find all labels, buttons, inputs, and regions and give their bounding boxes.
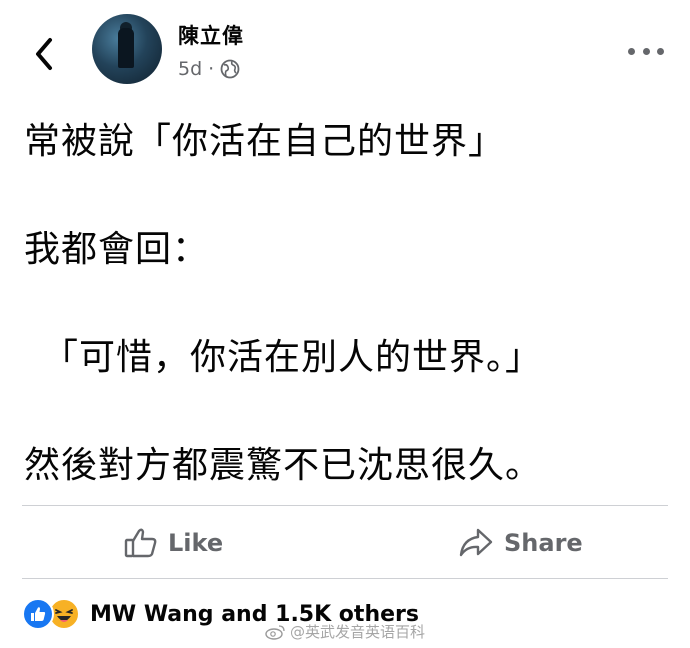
like-button[interactable]: Like (124, 520, 223, 566)
watermark-text: @英武发音英语百科 (290, 623, 426, 641)
share-label: Share (504, 529, 583, 557)
post-line: 我都會回： (24, 229, 210, 270)
share-arrow-icon (459, 528, 493, 557)
post-line: 「可惜，你活在別人的世界。」 (42, 337, 543, 378)
globe-icon (220, 59, 240, 79)
avatar-figure-body (118, 28, 134, 68)
back-button[interactable] (30, 36, 60, 72)
post-meta: 5d · (178, 58, 240, 80)
avatar[interactable] (92, 14, 162, 84)
author-name[interactable]: 陳立偉 (178, 20, 244, 50)
post-line: 常被說「你活在自己的世界」 (24, 121, 506, 162)
more-horizontal-icon-dot (642, 47, 650, 55)
more-horizontal-icon (628, 47, 635, 55)
chevron-left-icon (36, 38, 52, 70)
watermark: @英武发音英语百科 (264, 621, 425, 642)
weibo-logo-icon (265, 624, 285, 640)
thumbs-up-icon (124, 528, 157, 558)
share-button[interactable]: Share (458, 520, 583, 566)
divider-top (22, 505, 668, 506)
post-timestamp[interactable]: 5d (178, 58, 202, 80)
meta-separator: · (208, 58, 215, 80)
like-label: Like (168, 529, 224, 557)
post-line: 然後對方都震驚不已沈思很久。 (24, 445, 543, 486)
divider-bottom (22, 578, 668, 579)
more-options-button[interactable] (628, 44, 664, 58)
more-horizontal-icon-dot (657, 47, 664, 55)
like-reaction-icon (22, 598, 54, 630)
